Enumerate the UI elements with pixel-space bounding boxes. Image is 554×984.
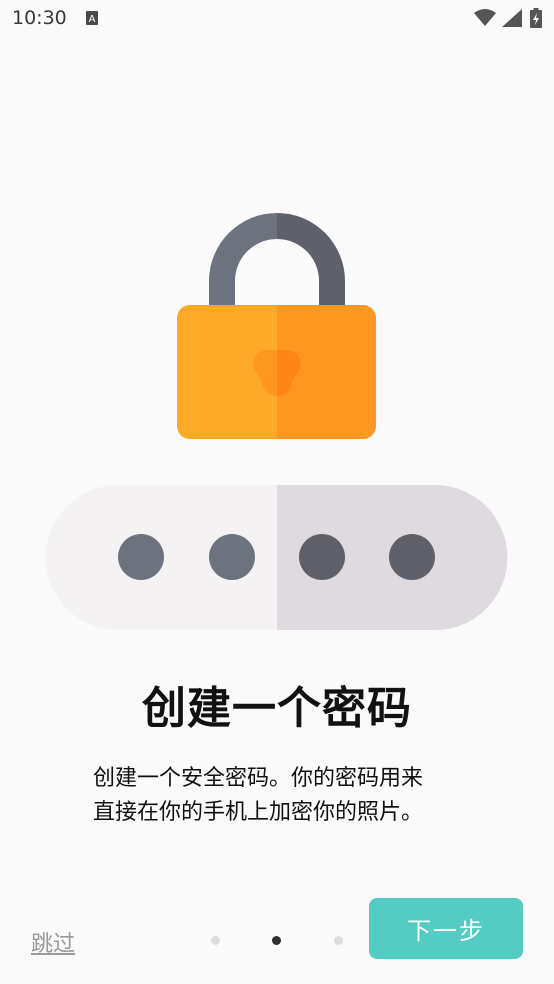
page-dot-3 <box>334 936 343 945</box>
description-line-1: 创建一个安全密码。你的密码用来 <box>93 766 424 791</box>
lock-password-illustration <box>45 213 508 630</box>
notification-a-icon: A <box>86 11 98 25</box>
next-button[interactable]: 下一步 <box>369 898 523 959</box>
svg-text:A: A <box>89 14 96 25</box>
signal-icon <box>502 9 522 27</box>
password-dots-icon <box>45 485 508 630</box>
description-line-2: 直接在你的手机上加密你的照片。 <box>93 800 424 825</box>
skip-button[interactable]: 跳过 <box>31 926 75 958</box>
page-title: 创建一个密码 <box>142 683 412 734</box>
wifi-icon <box>474 9 496 26</box>
description: 创建一个安全密码。你的密码用来 直接在你的手机上加密你的照片。 <box>93 762 473 830</box>
status-bar: 10:30 A <box>0 0 554 38</box>
page-dot-1 <box>211 936 220 945</box>
page-dot-2 <box>272 936 281 945</box>
status-clock: 10:30 <box>12 7 67 29</box>
page-indicator <box>205 935 355 947</box>
password-onboarding-screen: 10:30 A 创建一个密码 创建一个安全密码。你的密码用来 直接在你的手机上加… <box>0 0 554 984</box>
padlock-icon <box>177 213 376 439</box>
battery-charging-icon <box>530 8 542 28</box>
